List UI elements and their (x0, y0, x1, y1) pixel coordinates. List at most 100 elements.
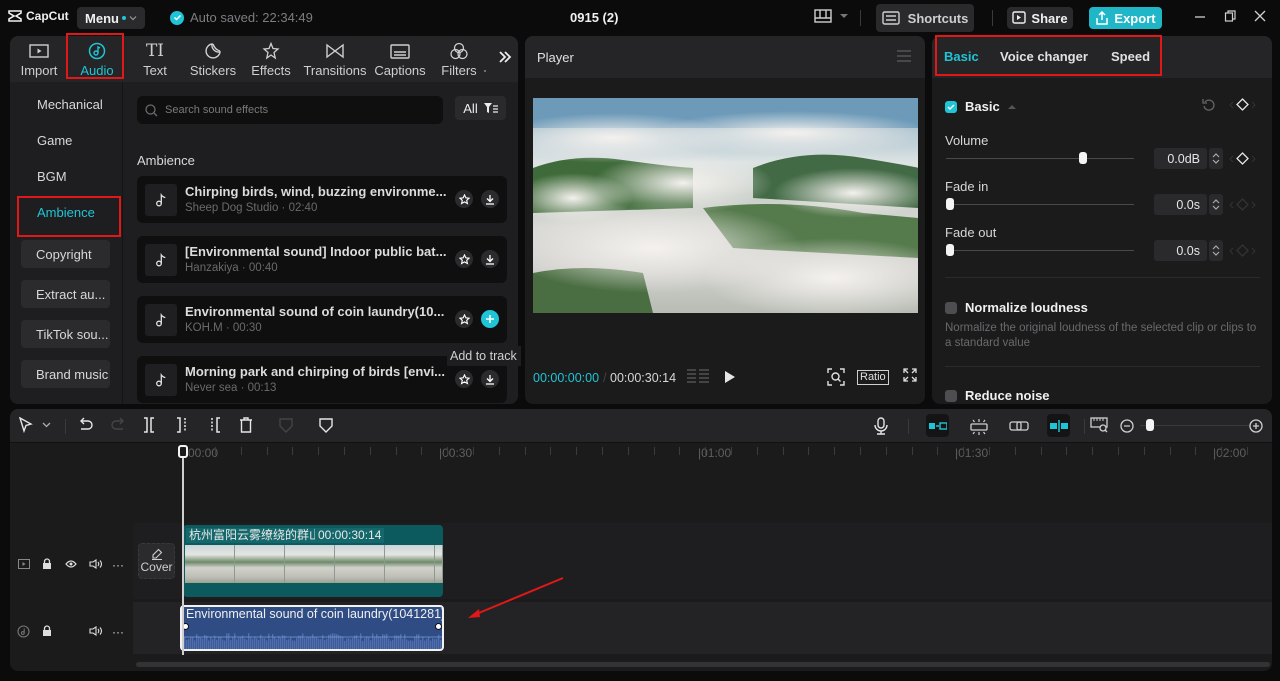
fade-out-slider[interactable] (946, 250, 1134, 251)
volume-stepper[interactable] (1209, 148, 1223, 169)
mute-track-button[interactable] (89, 559, 102, 569)
reset-button[interactable] (1202, 98, 1216, 112)
sound-search-input[interactable]: Search sound effects (137, 96, 443, 124)
favorite-button[interactable] (455, 370, 473, 388)
delete-button[interactable] (239, 417, 253, 433)
category-extract-audio[interactable]: Extract au... (21, 280, 110, 308)
sound-list-item[interactable]: Environmental sound of coin laundry(10..… (137, 296, 507, 343)
volume-slider[interactable] (946, 158, 1134, 159)
plus-icon (486, 315, 494, 323)
fade-in-slider-thumb[interactable] (946, 198, 954, 210)
timeline-zoom-thumb[interactable] (1145, 419, 1154, 431)
select-tool-dropdown[interactable] (42, 422, 51, 428)
menu-button[interactable]: Menu (77, 7, 145, 29)
fullscreen-button[interactable] (903, 368, 917, 382)
mask-button[interactable] (319, 417, 333, 433)
category-copyright[interactable]: Copyright (21, 240, 110, 268)
lock-track-button[interactable] (42, 625, 52, 637)
favorite-button[interactable] (455, 310, 473, 328)
tab-stickers[interactable]: Stickers (184, 36, 242, 82)
category-mechanical[interactable]: Mechanical (20, 90, 111, 118)
toggle-visibility-button[interactable] (65, 560, 77, 568)
sound-list-item[interactable]: [Environmental sound] Indoor public bat.… (137, 236, 507, 283)
player-menu-button[interactable] (897, 50, 911, 62)
layout-button[interactable] (814, 9, 848, 23)
mute-track-button[interactable] (89, 626, 102, 636)
tab-transitions[interactable]: Transitions (300, 36, 370, 82)
lock-track-button[interactable] (42, 558, 52, 570)
normalize-loudness-toggle[interactable]: Normalize loudness (945, 300, 1088, 315)
timeline-horizontal-scrollbar[interactable] (136, 662, 1270, 667)
reduce-noise-checkbox[interactable] (945, 389, 957, 402)
audio-clip[interactable]: Environmental sound of coin laundry(1041… (180, 605, 444, 651)
fade-out-value-input[interactable]: 0.0s (1154, 240, 1207, 261)
delete-left-button[interactable] (175, 417, 189, 433)
waveform-bar (226, 633, 228, 649)
shortcuts-button[interactable]: Shortcuts (876, 4, 974, 32)
favorite-button[interactable] (455, 190, 473, 208)
ai-mask-button[interactable] (279, 417, 293, 433)
export-button[interactable]: Export (1089, 7, 1162, 29)
volume-slider-thumb[interactable] (1079, 152, 1088, 164)
record-audio-button[interactable] (874, 417, 888, 435)
category-tiktok-sounds[interactable]: TikTok sou... (21, 320, 110, 348)
minimize-button[interactable] (1194, 10, 1206, 22)
download-button[interactable] (481, 190, 499, 208)
zoom-preview-button[interactable] (827, 368, 845, 386)
tab-effects[interactable]: Effects (242, 36, 300, 82)
volume-keyframe-button[interactable] (1229, 152, 1256, 165)
delete-right-button[interactable] (208, 417, 222, 433)
maximize-button[interactable] (1224, 10, 1236, 22)
tab-text[interactable]: TI Text (126, 36, 184, 82)
fade-in-stepper[interactable] (1209, 194, 1223, 215)
zoom-out-button[interactable] (1120, 419, 1134, 433)
filter-button[interactable]: All (455, 96, 506, 120)
tab-filters[interactable]: Filters (430, 36, 488, 82)
video-preview[interactable] (533, 98, 918, 313)
zoom-in-button[interactable] (1249, 419, 1263, 433)
redo-button[interactable] (110, 417, 126, 433)
audio-clip-right-handle[interactable] (435, 623, 442, 630)
volume-value-input[interactable]: 0.0dB (1154, 148, 1207, 169)
timeline-ruler[interactable]: 00:00 |00:30 |01:00 |01:30 |02:00 (10, 443, 1272, 467)
tab-import[interactable]: Import (10, 36, 68, 82)
category-brand-music[interactable]: Brand music (21, 360, 110, 388)
download-button[interactable] (481, 250, 499, 268)
category-bgm[interactable]: BGM (20, 162, 111, 190)
video-clip[interactable]: 杭州富阳云雾缭绕的群山 00:00:30:14 (183, 525, 443, 597)
fade-out-stepper[interactable] (1209, 240, 1223, 261)
playhead-handle[interactable] (178, 445, 188, 458)
basic-checkbox[interactable] (945, 100, 957, 113)
auto-snap-button[interactable] (969, 419, 989, 435)
close-button[interactable] (1254, 10, 1266, 22)
undo-button[interactable] (78, 417, 94, 433)
ruler-tick (447, 447, 448, 455)
timeline-zoom-slider[interactable] (1140, 425, 1250, 426)
play-button[interactable] (724, 370, 736, 384)
more-tabs-button[interactable] (498, 50, 512, 64)
cover-button[interactable]: Cover (138, 543, 175, 579)
category-game[interactable]: Game (20, 126, 111, 154)
fade-in-slider[interactable] (946, 204, 1134, 205)
select-tool-button[interactable] (18, 417, 34, 433)
track-more-button[interactable]: ··· (112, 625, 124, 639)
linkage-button[interactable] (1009, 421, 1029, 431)
timeline-view-button[interactable] (687, 368, 709, 384)
track-more-button[interactable]: ··· (112, 558, 124, 572)
ratio-button[interactable]: Ratio (857, 370, 889, 385)
basic-section-header[interactable]: Basic (945, 99, 1016, 114)
share-button[interactable]: Share (1007, 7, 1073, 29)
playhead[interactable] (182, 455, 184, 655)
keyframe-button[interactable] (1229, 98, 1256, 111)
tab-captions[interactable]: Captions (370, 36, 430, 82)
fade-out-slider-thumb[interactable] (946, 244, 954, 256)
add-to-track-button[interactable] (481, 310, 499, 328)
favorite-button[interactable] (455, 250, 473, 268)
download-button[interactable] (481, 370, 499, 388)
reduce-noise-toggle[interactable]: Reduce noise (945, 388, 1050, 403)
sound-list-item[interactable]: Chirping birds, wind, buzzing environme.… (137, 176, 507, 223)
fade-in-value-input[interactable]: 0.0s (1154, 194, 1207, 215)
split-button[interactable] (142, 417, 156, 433)
normalize-checkbox[interactable] (945, 301, 957, 314)
zoom-to-fit-button[interactable] (1090, 417, 1108, 433)
